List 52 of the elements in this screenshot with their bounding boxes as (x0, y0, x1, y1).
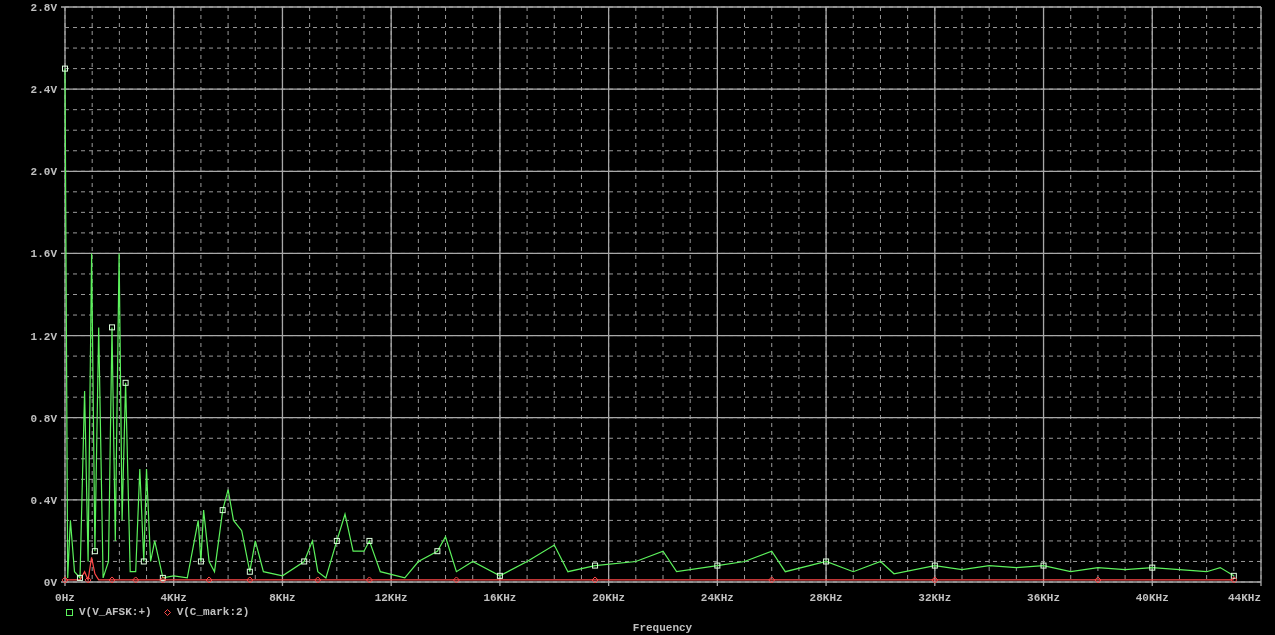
data-point-marker (91, 548, 98, 555)
x-tick-label: 16KHz (483, 592, 517, 604)
data-point-marker (205, 576, 213, 584)
y-tick-label: 0.8V (30, 412, 57, 425)
data-point-marker (61, 576, 69, 584)
data-point-marker (714, 562, 721, 569)
data-point-marker (62, 65, 68, 72)
data-point-marker (108, 576, 116, 584)
data-point-marker (333, 537, 340, 544)
x-tick-label: 44KHz (1228, 592, 1261, 604)
y-tick-label: 2.8V (30, 2, 57, 14)
legend-label: V(V_AFSK:+) (79, 605, 152, 621)
data-point-marker (366, 537, 373, 544)
x-tick-label: 12KHz (374, 592, 408, 604)
data-point-marker (823, 558, 830, 565)
data-point-marker (197, 558, 204, 565)
x-tick-label: 40KHz (1135, 592, 1169, 604)
data-point-marker (140, 558, 147, 565)
y-tick-label: 0V (43, 577, 57, 589)
data-point-marker (301, 558, 308, 565)
data-point-marker (365, 576, 373, 584)
data-point-marker (314, 576, 322, 584)
data-point-marker (768, 576, 776, 584)
x-tick-label: 24KHz (700, 592, 734, 604)
y-tick-label: 0.4V (30, 494, 57, 507)
data-point-marker (931, 576, 939, 584)
data-point-marker (219, 507, 226, 514)
legend-label: V(C_mark:2) (176, 605, 250, 621)
data-point-marker (434, 548, 441, 555)
data-point-marker (132, 576, 140, 584)
data-point-marker (591, 576, 599, 584)
x-axis-title: Frequency (631, 621, 693, 635)
x-tick-label: 32KHz (918, 592, 952, 604)
data-point-marker (452, 576, 460, 584)
data-point-marker (1149, 564, 1156, 571)
data-point-marker (109, 324, 116, 331)
x-tick-label: 36KHz (1027, 592, 1061, 604)
data-point-marker (1040, 562, 1047, 569)
data-point-marker (592, 562, 599, 569)
y-tick-label: 1.6V (30, 248, 57, 261)
data-point-marker (931, 562, 938, 569)
y-tick-label: 2.4V (30, 84, 57, 97)
y-tick-label: 1.2V (30, 330, 57, 343)
x-tick-label: 20KHz (592, 592, 626, 604)
x-tick-label: 0Hz (55, 592, 75, 604)
x-tick-label: 28KHz (809, 592, 843, 604)
data-point-marker (496, 572, 503, 579)
y-tick-label: 2.0V (30, 166, 57, 179)
data-point-marker (1094, 576, 1102, 584)
x-tick-label: 8KHz (269, 592, 296, 604)
data-point-marker (122, 379, 129, 386)
x-tick-label: 4KHz (160, 592, 187, 604)
